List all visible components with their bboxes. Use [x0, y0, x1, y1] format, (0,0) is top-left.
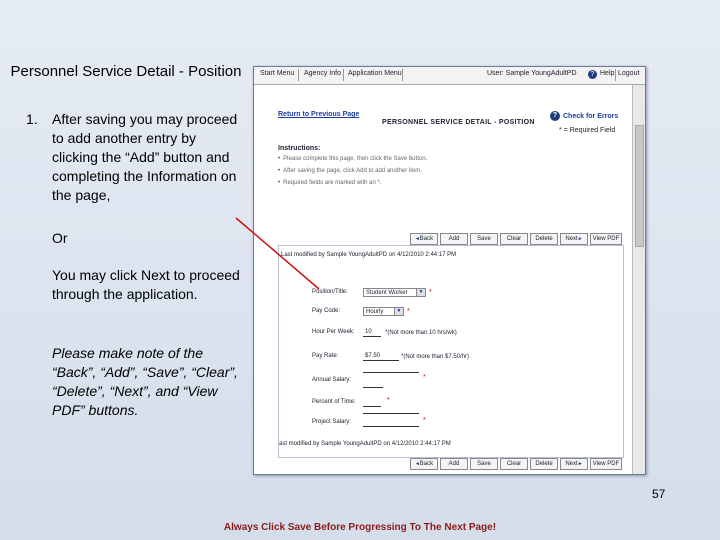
- footer-reminder: Always Click Save Before Progressing To …: [223, 522, 497, 533]
- pointer-line: [235, 217, 320, 290]
- page-number: 57: [652, 487, 666, 501]
- callout-line: [235, 217, 320, 290]
